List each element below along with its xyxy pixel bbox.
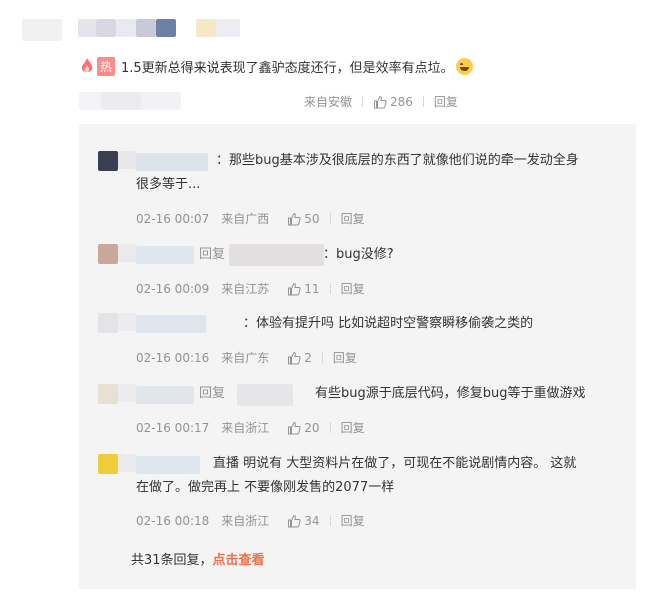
blurred-username (136, 246, 194, 264)
blurred-username (136, 456, 200, 474)
avatar (98, 151, 118, 171)
reply-meta: 02-16 00:16 来自广东 2 回复 (136, 349, 357, 366)
reply-time: 02-16 00:09 (136, 281, 210, 296)
divider (329, 422, 331, 433)
thumb-up-icon (374, 95, 387, 108)
flame-icon (79, 57, 95, 75)
reply-source: 来自浙江 (221, 421, 270, 435)
avatar (98, 313, 118, 333)
comment-source: 来自安徽 (304, 95, 353, 109)
reply-time: 02-16 00:17 (136, 420, 210, 435)
thumb-up-icon (288, 351, 301, 364)
divider (321, 352, 323, 363)
reply-list: ：那些bug基本涉及很底层的东西了就像他们说的牵一发动全身 很多等于... 02… (79, 124, 636, 589)
divider (329, 283, 331, 294)
thumb-up-icon (288, 282, 301, 295)
blurred-avatar (22, 19, 62, 41)
reply-text-line2: 在做了。做完再上 不要像刚发售的2077一样 (136, 480, 395, 495)
reply-count-text: 共31条回复， (131, 553, 213, 568)
thumb-up-icon (288, 212, 301, 225)
avatar (98, 454, 118, 474)
reply-meta: 02-16 00:09 来自江苏 11 回复 (136, 280, 365, 297)
blurred-time (141, 92, 181, 110)
laughing-emoji-icon (455, 58, 473, 75)
blurred-username (136, 153, 208, 171)
reply-text-line2: 很多等于... (136, 177, 201, 192)
blurred-time (79, 92, 101, 110)
blurred-username-header (78, 19, 240, 38)
avatar (98, 244, 118, 264)
thumb-up-icon (288, 421, 301, 434)
divider (422, 96, 424, 107)
like-count: 50 (304, 211, 320, 226)
view-more-link[interactable]: 点击查看 (213, 553, 265, 568)
blurred-time (101, 92, 141, 110)
like-button[interactable]: 11 (287, 281, 320, 296)
like-count: 11 (304, 281, 320, 296)
reply-time: 02-16 00:16 (136, 350, 210, 365)
like-button[interactable]: 50 (287, 211, 320, 226)
avatar (98, 384, 118, 404)
reply-text-line1: ：那些bug基本涉及很底层的东西了就像他们说的牵一发动全身 (216, 153, 579, 168)
reply-button[interactable]: 回复 (341, 512, 365, 529)
like-button[interactable]: 286 (373, 95, 413, 109)
like-count: 20 (304, 420, 320, 435)
blurred-avatar (118, 244, 136, 262)
reply-source: 来自浙江 (221, 514, 270, 528)
thumb-up-icon (288, 514, 301, 527)
reply-button[interactable]: 回复 (341, 210, 365, 227)
hot-label: 热 (97, 56, 116, 76)
reply-meta: 02-16 00:07 来自广西 50 回复 (136, 210, 365, 227)
blurred-username (136, 315, 206, 333)
reply-text-line1: 有些bug源于底层代码，修复bug等于重做游戏 (315, 386, 586, 401)
like-button[interactable]: 34 (287, 513, 320, 528)
reply-text-line1: ：bug没修? (323, 247, 394, 262)
reply-meta: 02-16 00:17 来自浙江 20 回复 (136, 419, 365, 436)
reply-button[interactable]: 回复 (341, 280, 365, 297)
reply-meta: 02-16 00:18 来自浙江 34 回复 (136, 512, 365, 529)
like-button[interactable]: 20 (287, 420, 320, 435)
reply-button[interactable]: 回复 (341, 419, 365, 436)
reply-time: 02-16 00:07 (136, 211, 210, 226)
reply-prefix: 回复 (199, 386, 226, 401)
reply-button[interactable]: 回复 (434, 93, 458, 110)
blurred-avatar (118, 313, 136, 331)
divider (362, 96, 364, 107)
more-replies: 共31条回复，点击查看 (131, 549, 265, 568)
reply-button[interactable]: 回复 (333, 349, 357, 366)
like-count: 286 (390, 94, 413, 109)
blurred-avatar (118, 454, 136, 472)
reply-prefix: 回复 (199, 247, 226, 262)
reply-source: 来自广西 (221, 212, 270, 226)
reply-text-line1: 直播 明说有 大型资料片在做了，可现在不能说剧情内容。 这就 (213, 456, 577, 471)
reply-time: 02-16 00:18 (136, 513, 210, 528)
blurred-avatar (118, 151, 136, 169)
hot-badge: 热 (79, 55, 117, 77)
blurred-username (136, 386, 194, 404)
reply-source: 来自江苏 (221, 282, 270, 296)
divider (329, 515, 331, 526)
blurred-avatar (118, 384, 136, 402)
divider (329, 213, 331, 224)
like-count: 34 (304, 513, 320, 528)
reply-text-line1: ：体验有提升吗 比如说超时空警察瞬移偷袭之类的 (243, 316, 534, 331)
blurred-username (229, 244, 324, 266)
top-comment-meta: 来自安徽 286 回复 (304, 93, 458, 110)
top-comment-text: 1.5更新总得来说表现了鑫驴态度还行，但是效率有点垃。 (121, 57, 473, 76)
like-button[interactable]: 2 (287, 351, 312, 365)
blurred-username (237, 384, 293, 406)
like-count: 2 (304, 350, 312, 365)
reply-source: 来自广东 (221, 351, 270, 365)
